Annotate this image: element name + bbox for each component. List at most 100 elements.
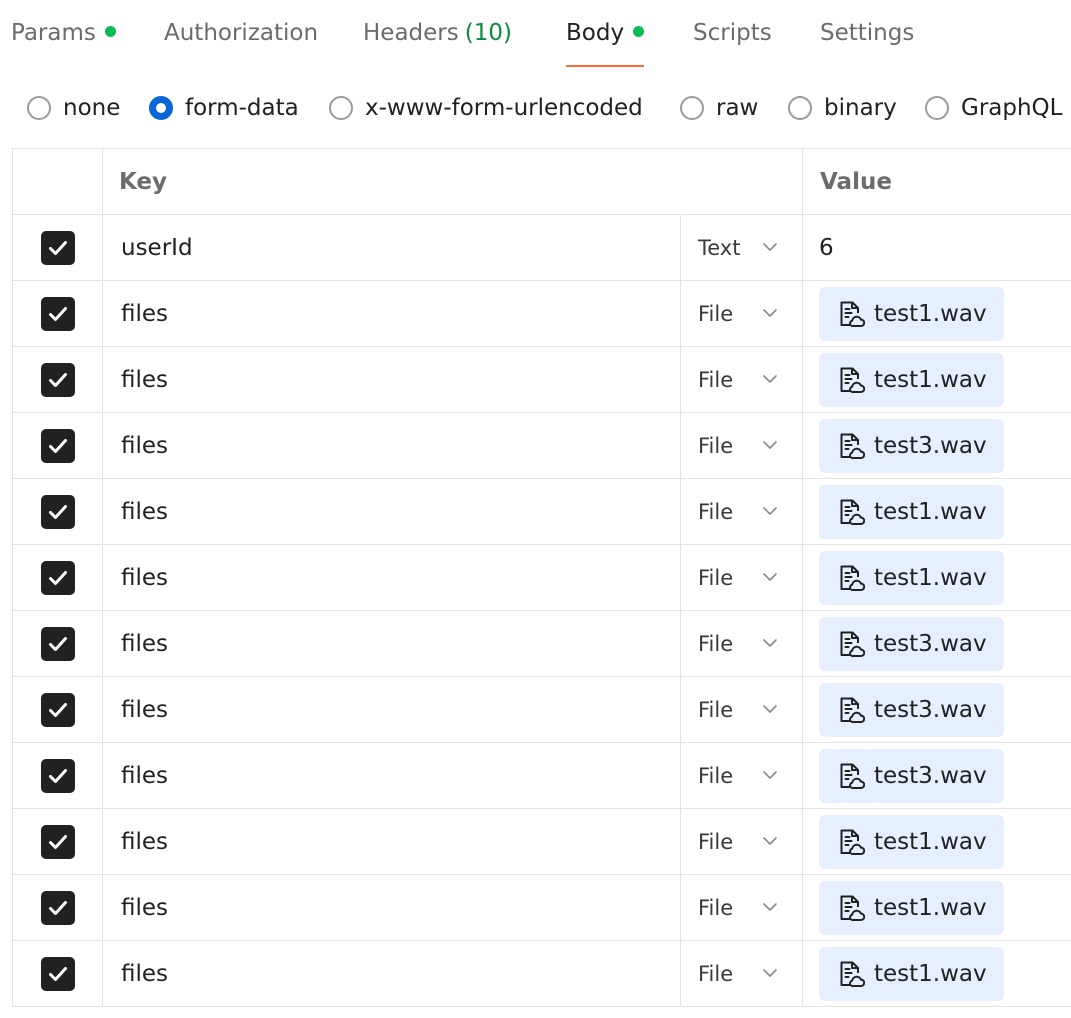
type-label: File	[698, 565, 734, 590]
tab-scripts[interactable]: Scripts	[693, 20, 772, 70]
radio-circle	[149, 96, 173, 120]
value-cell: test1.wav	[803, 809, 1071, 874]
radio-form-data[interactable]: form-data	[149, 88, 299, 128]
chevron-down-icon	[763, 375, 777, 383]
type-label: File	[698, 433, 734, 458]
row-enabled-checkbox[interactable]	[40, 428, 75, 463]
chevron-down-icon	[763, 639, 777, 647]
table-row: files File test3.wav	[13, 677, 1071, 743]
file-value-chip[interactable]: test1.wav	[819, 880, 1004, 935]
tab-settings[interactable]: Settings	[820, 20, 914, 70]
body-type-selector: none form-data x-www-form-urlencoded raw…	[0, 88, 1071, 128]
chevron-down-icon	[763, 705, 777, 713]
file-value-chip[interactable]: test3.wav	[819, 682, 1004, 737]
check-cell	[13, 743, 103, 808]
tab-label: Headers	[363, 20, 459, 46]
type-dropdown[interactable]: File	[681, 347, 803, 412]
value-text[interactable]: 6	[819, 235, 834, 261]
row-enabled-checkbox[interactable]	[40, 494, 75, 529]
row-enabled-checkbox[interactable]	[40, 824, 75, 859]
key-cell[interactable]: files	[103, 941, 681, 1006]
tab-params[interactable]: Params	[11, 20, 116, 70]
chevron-down-icon	[763, 507, 777, 515]
row-enabled-checkbox[interactable]	[40, 230, 75, 265]
key-column-header: Key	[103, 149, 803, 214]
file-cloud-icon	[840, 961, 865, 987]
type-dropdown[interactable]: File	[681, 545, 803, 610]
type-dropdown[interactable]: File	[681, 281, 803, 346]
file-value-chip[interactable]: test3.wav	[819, 616, 1004, 671]
key-cell[interactable]: files	[103, 413, 681, 478]
type-dropdown[interactable]: File	[681, 941, 803, 1006]
key-cell[interactable]: files	[103, 677, 681, 742]
key-cell[interactable]: files	[103, 545, 681, 610]
key-cell[interactable]: userId	[103, 215, 681, 280]
type-label: File	[698, 499, 734, 524]
file-cloud-icon	[840, 895, 865, 921]
table-row: files File test1.wav	[13, 941, 1071, 1007]
radio-label: x-www-form-urlencoded	[365, 95, 643, 121]
file-value-chip[interactable]: test1.wav	[819, 550, 1004, 605]
check-cell	[13, 215, 103, 280]
key-cell[interactable]: files	[103, 809, 681, 874]
radio-none[interactable]: none	[27, 88, 120, 128]
chevron-down-icon	[763, 903, 777, 911]
row-enabled-checkbox[interactable]	[40, 560, 75, 595]
radio-graphql[interactable]: GraphQL	[925, 88, 1062, 128]
key-cell[interactable]: files	[103, 743, 681, 808]
row-enabled-checkbox[interactable]	[40, 758, 75, 793]
file-value-chip[interactable]: test3.wav	[819, 748, 1004, 803]
file-value-chip[interactable]: test3.wav	[819, 418, 1004, 473]
row-enabled-checkbox[interactable]	[40, 692, 75, 727]
type-dropdown[interactable]: File	[681, 809, 803, 874]
key-text: userId	[121, 234, 193, 261]
tab-label: Settings	[820, 20, 915, 46]
row-enabled-checkbox[interactable]	[40, 362, 75, 397]
radio-circle	[329, 96, 353, 120]
tab-body[interactable]: Body	[566, 20, 645, 70]
file-value-chip[interactable]: test1.wav	[819, 484, 1004, 539]
key-text: files	[121, 564, 169, 591]
file-cloud-icon	[840, 829, 865, 855]
check-icon	[48, 438, 67, 453]
value-cell: test1.wav	[803, 281, 1071, 346]
radio-raw[interactable]: raw	[680, 88, 758, 128]
type-label: File	[698, 829, 734, 854]
key-cell[interactable]: files	[103, 611, 681, 676]
radio-label: raw	[716, 95, 759, 121]
radio-label: form-data	[185, 95, 299, 121]
file-value-chip[interactable]: test1.wav	[819, 946, 1004, 1001]
key-cell[interactable]: files	[103, 875, 681, 940]
radio-x-www-form-urlencoded[interactable]: x-www-form-urlencoded	[329, 88, 643, 128]
type-dropdown[interactable]: File	[681, 611, 803, 676]
table-row: files File test1.wav	[13, 809, 1071, 875]
type-dropdown[interactable]: Text	[681, 215, 803, 280]
file-cloud-icon	[840, 697, 865, 723]
file-cloud-icon	[840, 565, 865, 591]
type-dropdown[interactable]: File	[681, 677, 803, 742]
key-cell[interactable]: files	[103, 347, 681, 412]
file-cloud-icon	[840, 301, 865, 327]
row-enabled-checkbox[interactable]	[40, 296, 75, 331]
value-cell: test3.wav	[803, 413, 1071, 478]
key-text: files	[121, 432, 169, 459]
check-icon	[48, 834, 67, 849]
key-cell[interactable]: files	[103, 479, 681, 544]
row-enabled-checkbox[interactable]	[40, 956, 75, 991]
file-value-chip[interactable]: test1.wav	[819, 286, 1004, 341]
file-value-chip[interactable]: test1.wav	[819, 814, 1004, 869]
type-dropdown[interactable]: File	[681, 413, 803, 478]
file-value-chip[interactable]: test1.wav	[819, 352, 1004, 407]
tab-authorization[interactable]: Authorization	[164, 20, 318, 70]
row-enabled-checkbox[interactable]	[40, 890, 75, 925]
table-row: files File test3.wav	[13, 413, 1071, 479]
radio-binary[interactable]: binary	[788, 88, 897, 128]
file-name: test3.wav	[874, 432, 987, 459]
key-cell[interactable]: files	[103, 281, 681, 346]
tab-headers[interactable]: Headers (10)	[363, 20, 512, 70]
type-dropdown[interactable]: File	[681, 479, 803, 544]
type-dropdown[interactable]: File	[681, 743, 803, 808]
type-label: File	[698, 763, 734, 788]
row-enabled-checkbox[interactable]	[40, 626, 75, 661]
type-dropdown[interactable]: File	[681, 875, 803, 940]
